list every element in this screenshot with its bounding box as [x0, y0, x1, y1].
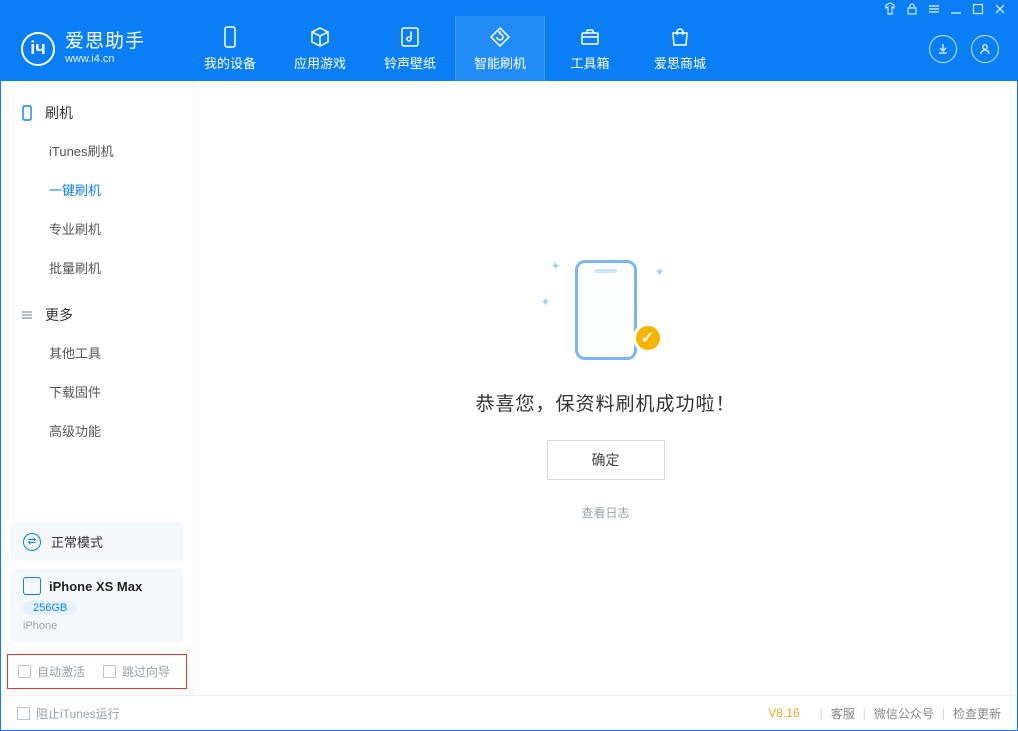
link-wechat[interactable]: 微信公众号 — [874, 705, 934, 722]
device-card[interactable]: iPhone XS Max 256GB iPhone — [11, 569, 183, 642]
toolbox-icon — [579, 26, 601, 48]
nav-label: 应用游戏 — [294, 53, 346, 72]
checkbox-icon — [103, 665, 116, 678]
sidebar-item-itunes-flash[interactable]: iTunes刷机 — [1, 131, 193, 170]
nav-store[interactable]: 爱思商城 — [635, 16, 725, 81]
nav-toolbox[interactable]: 工具箱 — [545, 16, 635, 81]
view-log-link[interactable]: 查看日志 — [581, 504, 629, 521]
checkbox-label: 自动激活 — [37, 663, 85, 680]
device-mode-card[interactable]: ⇄ 正常模式 — [11, 522, 183, 561]
checkbox-label: 阻止iTunes运行 — [36, 705, 120, 722]
header: iч 爱思助手 www.i4.cn 我的设备 应用游戏 铃声壁纸 智能刷机 — [1, 16, 1017, 81]
sidebar-item-onekey-flash[interactable]: 一键刷机 — [1, 170, 193, 209]
success-message: 恭喜您，保资料刷机成功啦！ — [475, 389, 735, 416]
cube-icon — [309, 26, 331, 48]
phone-graphic — [575, 260, 637, 360]
ok-button[interactable]: 确定 — [547, 440, 665, 480]
minimize-icon[interactable] — [949, 2, 963, 16]
nav-smart-flash[interactable]: 智能刷机 — [455, 16, 545, 81]
sidebar: 刷机 iTunes刷机 一键刷机 专业刷机 批量刷机 更多 其他工具 下载固件 … — [1, 81, 194, 695]
phone-icon — [19, 105, 35, 121]
shirt-icon[interactable] — [883, 2, 897, 16]
nav-apps-games[interactable]: 应用游戏 — [275, 16, 365, 81]
titlebar — [1, 1, 1017, 16]
sidebar-cat-flash: 刷机 — [1, 95, 193, 131]
version-label: V8.16 — [768, 706, 799, 720]
logo-icon: iч — [21, 32, 55, 66]
sidebar-cat-label: 刷机 — [45, 103, 73, 123]
sidebar-list: 刷机 iTunes刷机 一键刷机 专业刷机 批量刷机 更多 其他工具 下载固件 … — [1, 81, 193, 522]
sparkle-icon: ✦ — [654, 265, 664, 279]
top-nav: 我的设备 应用游戏 铃声壁纸 智能刷机 工具箱 爱思商城 — [185, 16, 725, 81]
sidebar-cat-label: 更多 — [45, 305, 73, 325]
nav-label: 我的设备 — [204, 53, 256, 72]
bag-icon — [669, 26, 691, 48]
close-icon[interactable] — [993, 2, 1007, 16]
download-icon[interactable] — [929, 35, 957, 63]
maximize-icon[interactable] — [971, 2, 985, 16]
statusbar: 阻止iTunes运行 V8.16 | 客服 | 微信公众号 | 检查更新 — [1, 695, 1017, 730]
link-check-update[interactable]: 检查更新 — [953, 705, 1001, 722]
app-url: www.i4.cn — [65, 53, 145, 65]
menu-icon[interactable] — [927, 2, 941, 16]
check-icon: ✓ — [633, 323, 663, 353]
device-icon — [219, 26, 241, 48]
header-right — [929, 35, 1017, 63]
device-type: iPhone — [23, 620, 171, 632]
checkbox-icon — [17, 707, 30, 720]
device-mode-label: 正常模式 — [51, 532, 103, 551]
nav-my-device[interactable]: 我的设备 — [185, 16, 275, 81]
nav-label: 铃声壁纸 — [384, 53, 436, 72]
app-name: 爱思助手 — [65, 32, 145, 53]
sidebar-item-download-firmware[interactable]: 下载固件 — [1, 372, 193, 411]
device-name: iPhone XS Max — [49, 579, 142, 594]
nav-label: 爱思商城 — [654, 53, 706, 72]
sidebar-item-pro-flash[interactable]: 专业刷机 — [1, 209, 193, 248]
link-support[interactable]: 客服 — [831, 705, 855, 722]
sidebar-item-advanced[interactable]: 高级功能 — [1, 411, 193, 450]
main-panel: ✦ ✦ ✦ ✓ 恭喜您，保资料刷机成功啦！ 确定 查看日志 — [194, 81, 1017, 695]
phone-icon — [23, 577, 41, 595]
sparkle-icon: ✦ — [551, 259, 561, 273]
success-illustration: ✦ ✦ ✦ ✓ — [541, 255, 671, 365]
device-capacity: 256GB — [23, 601, 77, 615]
mode-icon: ⇄ — [23, 533, 41, 551]
checkbox-icon — [18, 665, 31, 678]
list-icon — [19, 307, 35, 323]
lock-icon[interactable] — [905, 2, 919, 16]
refresh-icon — [489, 26, 511, 48]
music-icon — [399, 26, 421, 48]
nav-label: 智能刷机 — [474, 53, 526, 72]
sidebar-cat-more: 更多 — [1, 297, 193, 333]
options-highlight-box: 自动激活 跳过向导 — [7, 654, 187, 689]
checkbox-block-itunes[interactable]: 阻止iTunes运行 — [17, 705, 120, 722]
app-window: iч 爱思助手 www.i4.cn 我的设备 应用游戏 铃声壁纸 智能刷机 — [0, 0, 1018, 731]
nav-label: 工具箱 — [571, 53, 610, 72]
user-icon[interactable] — [971, 35, 999, 63]
sidebar-item-other-tools[interactable]: 其他工具 — [1, 333, 193, 372]
nav-ringtone-wallpaper[interactable]: 铃声壁纸 — [365, 16, 455, 81]
body: 刷机 iTunes刷机 一键刷机 专业刷机 批量刷机 更多 其他工具 下载固件 … — [1, 81, 1017, 695]
checkbox-label: 跳过向导 — [122, 663, 170, 680]
checkbox-skip-guide[interactable]: 跳过向导 — [103, 663, 170, 680]
sidebar-item-batch-flash[interactable]: 批量刷机 — [1, 248, 193, 287]
checkbox-auto-activate[interactable]: 自动激活 — [18, 663, 85, 680]
app-logo: iч 爱思助手 www.i4.cn — [1, 32, 165, 66]
sparkle-icon: ✦ — [541, 295, 551, 309]
